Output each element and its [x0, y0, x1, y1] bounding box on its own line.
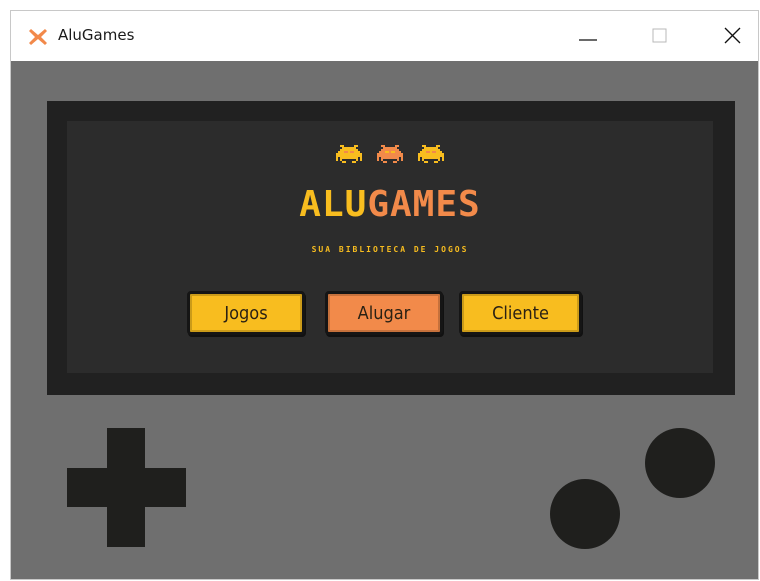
- app-subtitle: SUA BIBLIOTECA DE JOGOS: [311, 245, 469, 254]
- menu-buttons: Jogos Alugar Cliente: [187, 291, 582, 335]
- action-button-b[interactable]: [550, 479, 620, 549]
- x-logo-icon: [29, 29, 47, 45]
- console-screen-bezel: ALUGAMES SUA BIBLIOTECA DE JOGOS Jogos A…: [47, 101, 735, 395]
- app-logo: ALUGAMES: [67, 185, 713, 225]
- cliente-button[interactable]: Cliente: [459, 291, 582, 335]
- dpad-horizontal[interactable]: [67, 468, 186, 507]
- action-button-a[interactable]: [645, 428, 715, 498]
- invader-icon: [336, 145, 362, 163]
- title-bar[interactable]: AluGames: [11, 11, 758, 61]
- app-window: AluGames ALUGAMES SUA BIBLIOTECA DE JOGO…: [10, 10, 759, 580]
- minimize-icon: [579, 39, 597, 41]
- logo-part-games: GAMES: [367, 184, 481, 225]
- window-title: AluGames: [58, 26, 135, 44]
- close-icon: [724, 27, 741, 44]
- alugar-button[interactable]: Alugar: [325, 291, 443, 335]
- invader-icon: [377, 145, 403, 163]
- maximize-button[interactable]: [637, 11, 683, 61]
- jogos-button[interactable]: Jogos: [187, 291, 305, 335]
- close-button[interactable]: [710, 11, 756, 61]
- console-screen: ALUGAMES SUA BIBLIOTECA DE JOGOS Jogos A…: [67, 121, 713, 373]
- maximize-icon: [652, 28, 667, 43]
- invader-icon: [418, 145, 444, 163]
- logo-part-alu: ALU: [299, 184, 368, 225]
- minimize-button[interactable]: [565, 11, 611, 61]
- invader-icons-row: [67, 145, 713, 167]
